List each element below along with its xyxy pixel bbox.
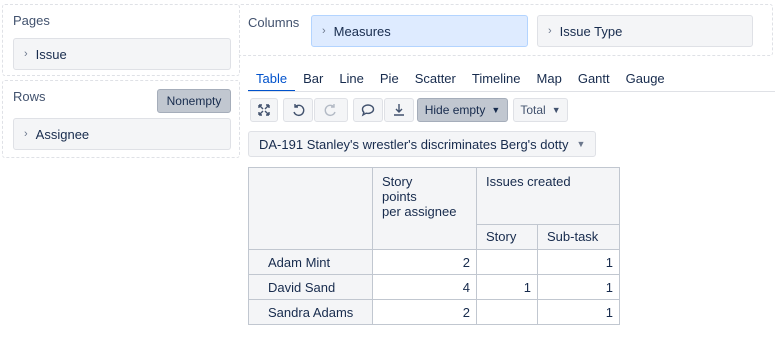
story-header-label: Story: [486, 229, 517, 245]
columns-panel: Columns › Measures › Issue Type: [238, 4, 773, 56]
download-button[interactable]: [384, 98, 414, 122]
expand-icon: [258, 104, 270, 116]
table-row: Sandra Adams 2 1: [248, 299, 620, 325]
expand-button[interactable]: [250, 98, 278, 122]
row-header[interactable]: David Sand: [248, 274, 373, 300]
cell-story-points: 4: [372, 274, 477, 300]
pages-panel: Pages › Issue: [2, 4, 240, 76]
cell-subtask: 1: [537, 299, 620, 325]
subtask-header-label: Sub-task: [547, 229, 599, 245]
story-header[interactable]: Story: [476, 223, 538, 251]
columns-item-label: Measures: [333, 23, 391, 39]
tab-gantt[interactable]: Gantt: [570, 66, 618, 92]
cell-subtask: 1: [537, 249, 620, 275]
cell-story: [476, 299, 538, 325]
chevron-right-icon: ›: [322, 25, 326, 37]
tab-timeline[interactable]: Timeline: [464, 66, 529, 92]
tab-map[interactable]: Map: [529, 66, 570, 92]
chart-type-tabs: Table Bar Line Pie Scatter Timeline Map …: [248, 66, 673, 92]
measure-header-label: Story points per assignee: [382, 174, 457, 219]
row-header[interactable]: Sandra Adams: [248, 299, 373, 325]
cell-story-points: 2: [372, 249, 477, 275]
tab-gauge[interactable]: Gauge: [618, 66, 673, 92]
cell-story: 1: [476, 274, 538, 300]
report-table: Story points per assignee Issues created…: [248, 167, 620, 325]
redo-button[interactable]: [314, 98, 348, 122]
tab-line[interactable]: Line: [331, 66, 372, 92]
cell-story-points: 2: [372, 299, 477, 325]
pages-item-label: Issue: [35, 46, 67, 62]
corner-cell: [248, 167, 373, 250]
undo-button[interactable]: [283, 98, 313, 122]
redo-icon: [324, 104, 336, 117]
hide-empty-label: Hide empty: [424, 103, 486, 117]
rows-panel: Rows Nonempty › Assignee: [2, 80, 240, 158]
subtask-header[interactable]: Sub-task: [537, 223, 620, 251]
chevron-right-icon: ›: [548, 25, 552, 37]
total-label: Total: [520, 103, 546, 117]
cell-story: [476, 249, 538, 275]
chevron-right-icon: ›: [24, 128, 28, 140]
issues-created-header[interactable]: Issues created: [476, 167, 620, 225]
page-filter-dropdown[interactable]: DA-191 Stanley's wrestler's discriminate…: [248, 131, 597, 157]
hide-empty-dropdown[interactable]: Hide empty ▼: [417, 98, 508, 122]
row-header[interactable]: Adam Mint: [248, 249, 373, 275]
rows-item-assignee[interactable]: › Assignee: [13, 118, 231, 150]
comment-button[interactable]: [353, 98, 383, 122]
download-icon: [394, 104, 404, 116]
columns-item-issue-type[interactable]: › Issue Type: [537, 15, 753, 47]
pages-title: Pages: [13, 13, 50, 28]
comment-icon: [361, 104, 375, 117]
chevron-down-icon: ▼: [491, 105, 501, 115]
tab-pie[interactable]: Pie: [372, 66, 407, 92]
cell-subtask: 1: [537, 274, 620, 300]
chevron-down-icon: ▼: [551, 105, 561, 115]
pages-item-issue[interactable]: › Issue: [13, 38, 231, 70]
rows-title: Rows: [13, 89, 46, 104]
undo-icon: [293, 104, 305, 117]
columns-title: Columns: [248, 15, 300, 30]
tab-table[interactable]: Table: [248, 66, 296, 92]
columns-item-label: Issue Type: [559, 23, 623, 39]
chevron-right-icon: ›: [24, 48, 28, 60]
columns-item-measures[interactable]: › Measures: [311, 15, 528, 47]
nonempty-button[interactable]: Nonempty: [157, 89, 231, 113]
page-filter-label: DA-191 Stanley's wrestler's discriminate…: [259, 136, 569, 152]
issues-created-label: Issues created: [486, 174, 571, 189]
rows-item-label: Assignee: [35, 126, 90, 142]
table-row: Adam Mint 2 1: [248, 249, 620, 275]
table-row: David Sand 4 1 1: [248, 274, 620, 300]
total-dropdown[interactable]: Total ▼: [513, 98, 568, 122]
chevron-down-icon: ▼: [576, 139, 586, 149]
tab-bar[interactable]: Bar: [295, 66, 331, 92]
tab-divider: [248, 91, 775, 92]
measure-header[interactable]: Story points per assignee: [372, 167, 477, 250]
tab-scatter[interactable]: Scatter: [407, 66, 464, 92]
